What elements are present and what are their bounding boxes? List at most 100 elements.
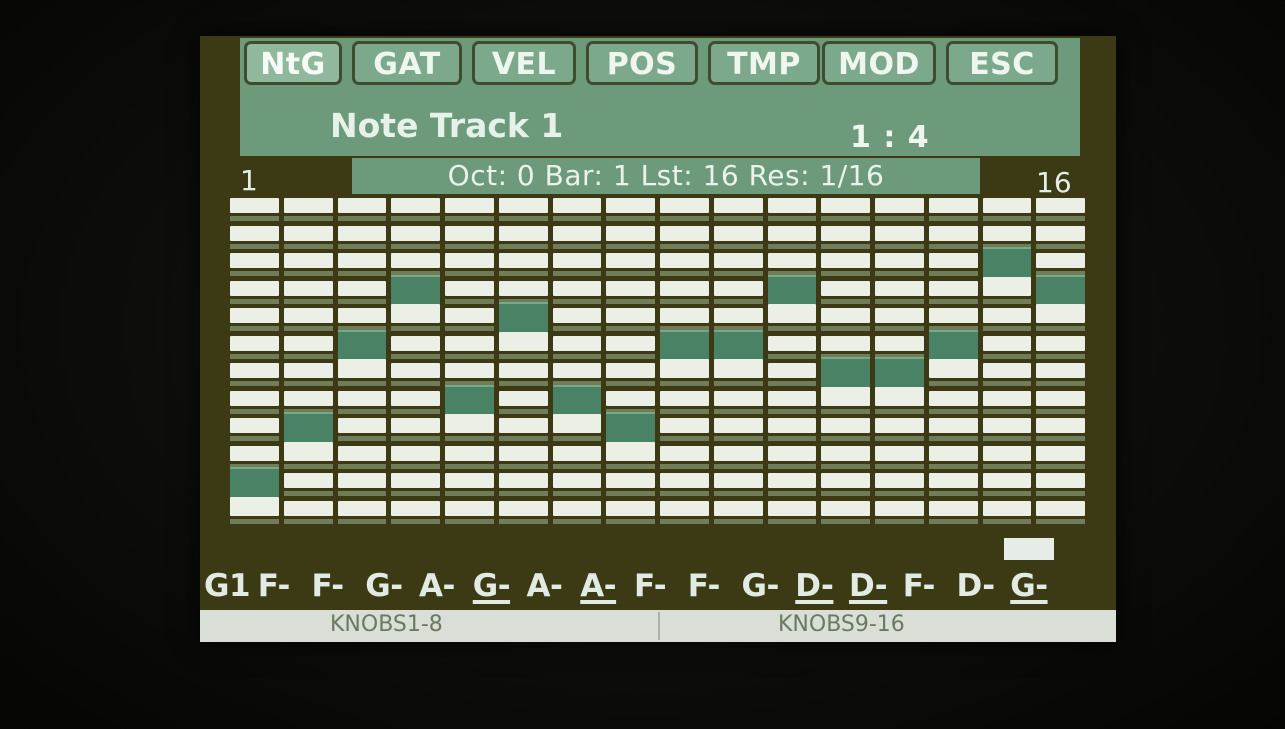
grid-cell[interactable] bbox=[928, 500, 978, 516]
grid-cell[interactable] bbox=[445, 500, 494, 516]
grid-cell[interactable] bbox=[875, 500, 924, 516]
grid-cell[interactable] bbox=[821, 308, 870, 323]
grid-cell[interactable] bbox=[928, 280, 978, 296]
grid-cell[interactable] bbox=[283, 198, 333, 213]
grid-cell[interactable] bbox=[767, 335, 817, 351]
grid-cell[interactable] bbox=[821, 390, 870, 406]
grid-cell[interactable] bbox=[283, 280, 333, 296]
selected-note-cell[interactable] bbox=[230, 467, 279, 501]
grid-cell[interactable] bbox=[713, 500, 763, 516]
grid-cell[interactable] bbox=[283, 308, 333, 323]
grid-cell[interactable] bbox=[606, 253, 655, 268]
grid-cell[interactable] bbox=[767, 363, 817, 378]
grid-cell[interactable] bbox=[928, 390, 978, 406]
grid-cell[interactable] bbox=[821, 445, 870, 461]
grid-cell[interactable] bbox=[660, 445, 709, 461]
tab-ntg[interactable]: NtG bbox=[244, 41, 342, 85]
grid-cell[interactable] bbox=[552, 253, 602, 268]
selected-note-cell[interactable] bbox=[875, 357, 924, 391]
grid-cell[interactable] bbox=[821, 335, 870, 351]
grid-cell[interactable] bbox=[875, 280, 924, 296]
grid-cell[interactable] bbox=[1036, 445, 1085, 461]
grid-cell[interactable] bbox=[821, 418, 870, 433]
grid-cell[interactable] bbox=[606, 225, 655, 241]
grid-cell[interactable] bbox=[445, 473, 494, 488]
grid-cell[interactable] bbox=[337, 280, 387, 296]
grid-cell[interactable] bbox=[552, 500, 602, 516]
grid-cell[interactable] bbox=[337, 363, 387, 378]
selected-note-cell[interactable] bbox=[391, 274, 440, 308]
grid-cell[interactable] bbox=[660, 308, 709, 323]
grid-cell[interactable] bbox=[337, 473, 387, 488]
selected-note-cell[interactable] bbox=[606, 412, 655, 446]
selected-note-cell[interactable] bbox=[660, 329, 709, 363]
grid-cell[interactable] bbox=[552, 280, 602, 296]
grid-cell[interactable] bbox=[283, 445, 333, 461]
grid-cell[interactable] bbox=[391, 390, 440, 406]
grid-cell[interactable] bbox=[498, 363, 548, 378]
grid-cell[interactable] bbox=[230, 225, 279, 241]
grid-cell[interactable] bbox=[606, 473, 655, 488]
grid-cell[interactable] bbox=[660, 418, 709, 433]
tab-esc[interactable]: ESC bbox=[946, 41, 1058, 85]
grid-cell[interactable] bbox=[1036, 308, 1085, 323]
grid-cell[interactable] bbox=[391, 418, 440, 433]
grid-cell[interactable] bbox=[713, 225, 763, 241]
grid-cell[interactable] bbox=[1036, 253, 1085, 268]
selected-note-cell[interactable] bbox=[283, 412, 333, 446]
grid-cell[interactable] bbox=[928, 363, 978, 378]
grid-cell[interactable] bbox=[1036, 198, 1085, 213]
grid-cell[interactable] bbox=[552, 473, 602, 488]
grid-cell[interactable] bbox=[821, 253, 870, 268]
grid-cell[interactable] bbox=[445, 253, 494, 268]
grid-cell[interactable] bbox=[982, 500, 1032, 516]
grid-cell[interactable] bbox=[498, 390, 548, 406]
grid-cell[interactable] bbox=[498, 335, 548, 351]
grid-cell[interactable] bbox=[230, 418, 279, 433]
grid-cell[interactable] bbox=[391, 473, 440, 488]
selected-note-cell[interactable] bbox=[821, 357, 870, 391]
grid-cell[interactable] bbox=[391, 445, 440, 461]
grid-cell[interactable] bbox=[552, 418, 602, 433]
grid-cell[interactable] bbox=[660, 473, 709, 488]
grid-cell[interactable] bbox=[875, 225, 924, 241]
grid-cell[interactable] bbox=[552, 445, 602, 461]
grid-cell[interactable] bbox=[230, 445, 279, 461]
grid-cell[interactable] bbox=[337, 253, 387, 268]
grid-cell[interactable] bbox=[660, 253, 709, 268]
grid-cell[interactable] bbox=[283, 363, 333, 378]
tab-pos[interactable]: POS bbox=[586, 41, 698, 85]
grid-cell[interactable] bbox=[283, 253, 333, 268]
selected-note-cell[interactable] bbox=[928, 329, 978, 363]
grid-cell[interactable] bbox=[230, 280, 279, 296]
grid-cell[interactable] bbox=[337, 500, 387, 516]
grid-cell[interactable] bbox=[283, 500, 333, 516]
grid-cell[interactable] bbox=[982, 363, 1032, 378]
grid-cell[interactable] bbox=[875, 198, 924, 213]
grid-cell[interactable] bbox=[982, 198, 1032, 213]
grid-cell[interactable] bbox=[230, 198, 279, 213]
grid-cell[interactable] bbox=[928, 198, 978, 213]
grid-cell[interactable] bbox=[283, 473, 333, 488]
grid-cell[interactable] bbox=[606, 445, 655, 461]
grid-cell[interactable] bbox=[767, 198, 817, 213]
grid-cell[interactable] bbox=[821, 280, 870, 296]
grid-cell[interactable] bbox=[391, 335, 440, 351]
grid-cell[interactable] bbox=[713, 280, 763, 296]
grid-cell[interactable] bbox=[337, 445, 387, 461]
grid-cell[interactable] bbox=[982, 390, 1032, 406]
grid-cell[interactable] bbox=[928, 225, 978, 241]
grid-cell[interactable] bbox=[498, 473, 548, 488]
grid-cell[interactable] bbox=[660, 280, 709, 296]
grid-cell[interactable] bbox=[445, 363, 494, 378]
grid-cell[interactable] bbox=[337, 198, 387, 213]
grid-cell[interactable] bbox=[928, 473, 978, 488]
grid-cell[interactable] bbox=[713, 198, 763, 213]
grid-cell[interactable] bbox=[606, 390, 655, 406]
grid-cell[interactable] bbox=[982, 473, 1032, 488]
grid-cell[interactable] bbox=[767, 253, 817, 268]
grid-cell[interactable] bbox=[982, 308, 1032, 323]
grid-cell[interactable] bbox=[1036, 473, 1085, 488]
grid-cell[interactable] bbox=[230, 335, 279, 351]
grid-cell[interactable] bbox=[606, 280, 655, 296]
